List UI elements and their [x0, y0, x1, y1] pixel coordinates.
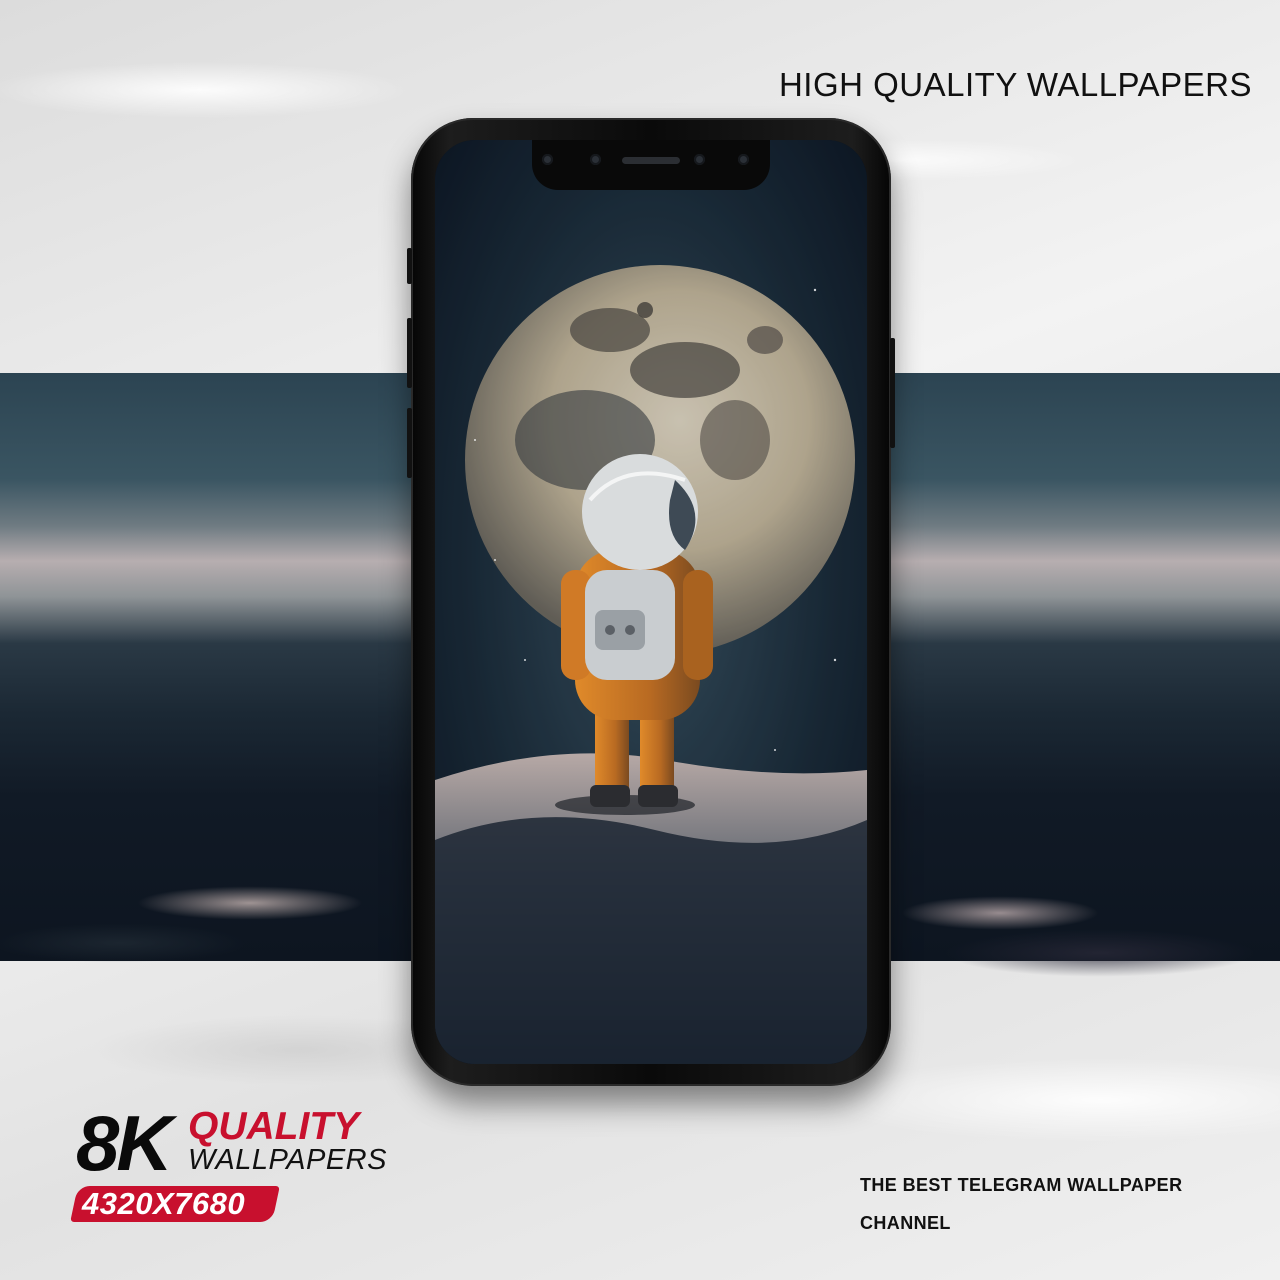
badge-quality: QUALITY	[188, 1105, 360, 1148]
camera-icon	[738, 154, 749, 165]
camera-icon	[542, 154, 553, 165]
badge-8k: 8K	[76, 1099, 173, 1187]
phone-volume-up-button	[407, 318, 412, 388]
astronaut-wallpaper	[435, 140, 867, 1064]
headline: HIGH QUALITY WALLPAPERS	[778, 66, 1252, 103]
phone-side-button	[407, 248, 412, 284]
phone-notch	[532, 140, 770, 190]
channel-line-1: THE BEST TELEGRAM WALLPAPER	[860, 1175, 1183, 1195]
sensor-icon	[694, 154, 705, 165]
badge-wallpapers: WALLPAPERS	[188, 1144, 387, 1176]
channel-line-2: CHANNEL	[860, 1213, 951, 1233]
sensor-icon	[590, 154, 601, 165]
phone-volume-down-button	[407, 408, 412, 478]
phone-mockup	[407, 118, 895, 1086]
speaker-grille	[622, 157, 680, 164]
resolution-text: 4320X7680	[82, 1186, 246, 1221]
phone-power-button	[890, 338, 895, 448]
channel-tagline: THE BEST TELEGRAM WALLPAPER CHANNEL	[860, 1166, 1220, 1242]
phone-screen	[435, 140, 867, 1064]
